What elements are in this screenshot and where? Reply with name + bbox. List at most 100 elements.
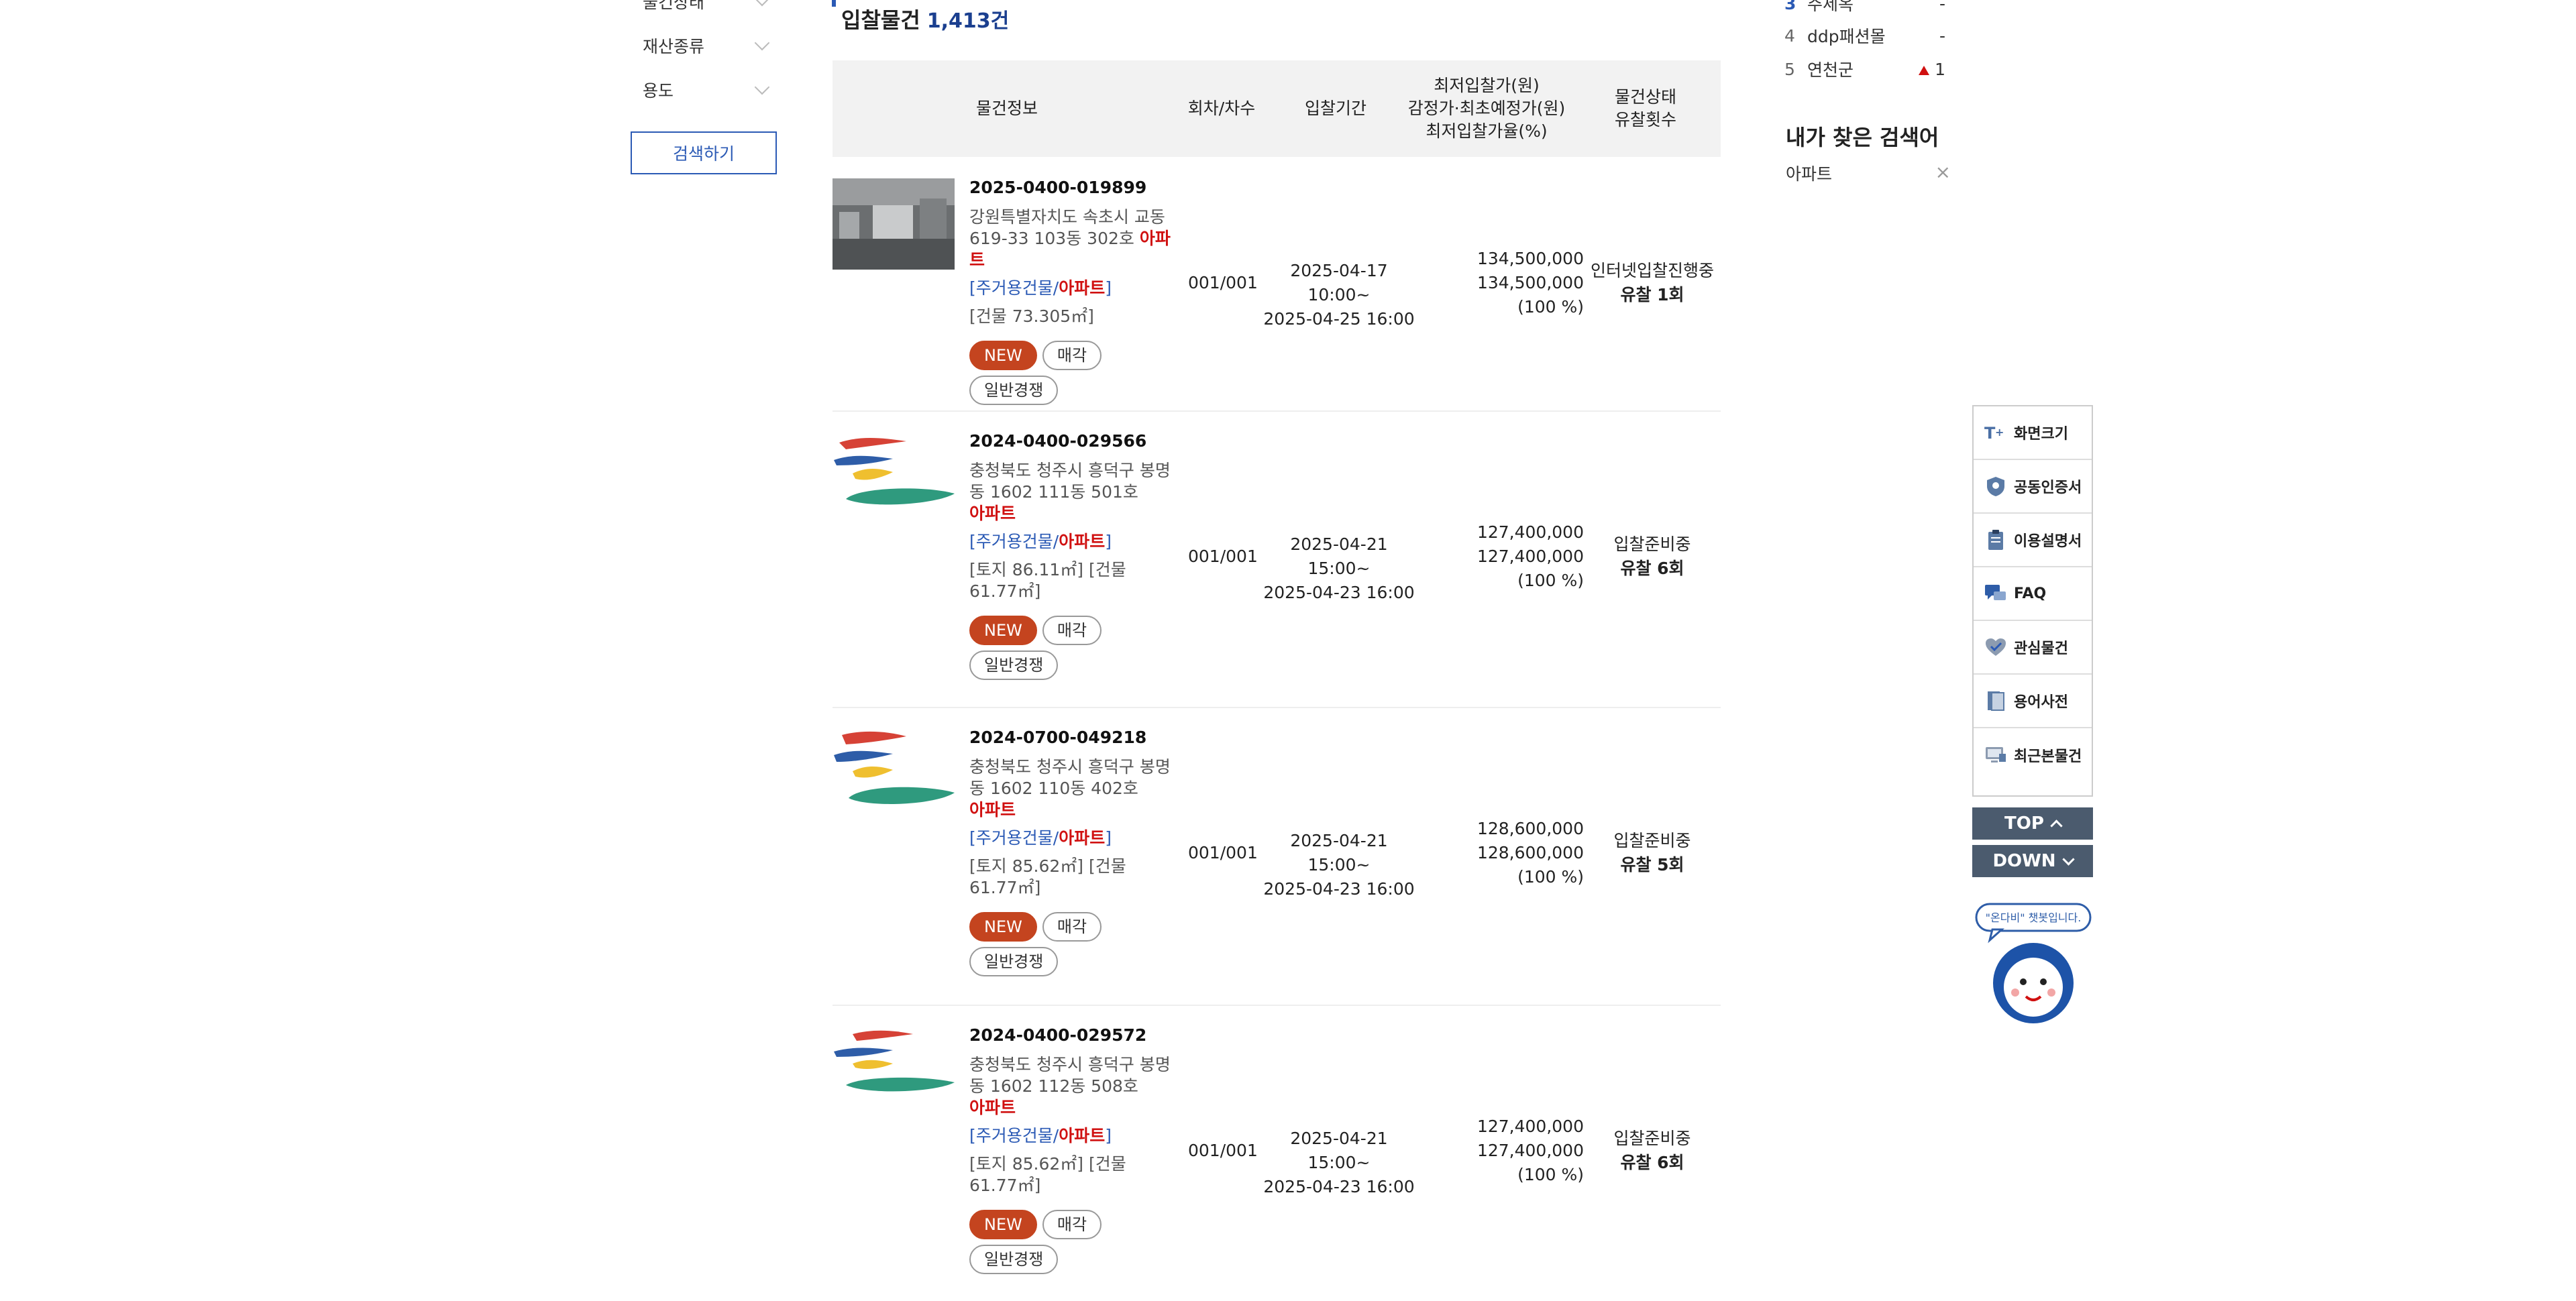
header-info: 물건정보 [975,99,1038,118]
sale-type-badge: 매각 [1042,1210,1102,1239]
fail-count: 유찰 1회 [1620,285,1684,304]
bid-type-badge: 일반경쟁 [969,947,1059,976]
case-number[interactable]: 2024-0400-029572 [969,1025,1171,1046]
property-category: [주거용건물/아파트] [969,828,1112,848]
round-value: 001/001 [1188,843,1258,862]
appraisal-price: 127,400,000 [1477,547,1584,566]
chatbot-button[interactable]: "온다비" 챗봇입니다. [1972,903,2094,1026]
default-logo-image[interactable] [833,1026,955,1117]
popular-rank: 5 [1784,59,1795,79]
property-info: 2025-0400-019899 강원특별자치도 속초시 교동 619-33 1… [969,177,1171,405]
popular-keyword[interactable]: ddp패션몰 [1807,23,1905,48]
quick-menu-favorites[interactable]: 관심물건 [1974,621,2092,675]
quick-menu-font-size[interactable]: T + 화면크기 [1974,406,2092,460]
header-period: 입찰기간 [1304,99,1366,118]
popular-keyword[interactable]: 주세옥 [1807,0,1905,15]
default-logo-image[interactable] [833,432,955,523]
property-address: 충청북도 청주시 흥덕구 봉명동 1602 111동 501호 아파트 [969,461,1171,523]
price-info: 128,600,000 128,600,000 (100 %) [1423,817,1584,889]
status-info: 입찰준비중 유찰 5회 [1584,829,1721,877]
bid-type-badge: 일반경쟁 [969,376,1059,405]
fail-count: 유찰 6회 [1620,559,1684,578]
popular-rank: 4 [1784,25,1795,46]
case-number[interactable]: 2024-0400-029566 [969,431,1171,452]
property-info: 2024-0400-029566 충청북도 청주시 흥덕구 봉명동 1602 1… [969,431,1171,680]
fail-count: 유찰 5회 [1620,855,1684,874]
new-badge: NEW [969,912,1037,942]
tag-list: NEW 매각 일반경쟁 [969,341,1130,405]
search-button[interactable]: 검색하기 [631,131,777,174]
filter-label: 물건상태 [643,0,705,12]
property-photo[interactable] [833,178,955,270]
min-price: 127,400,000 [1477,1117,1584,1136]
tag-list: NEW 매각 일반경쟁 [969,1210,1130,1274]
status-text: 입찰준비중 [1613,831,1691,850]
case-number[interactable]: 2024-0700-049218 [969,727,1171,748]
recent-search-item[interactable]: 아파트 × [1786,161,1951,185]
status-text: 입찰준비중 [1613,1129,1691,1148]
min-price: 128,600,000 [1477,819,1584,838]
chatbot-mascot-icon: "온다비" 챗봇입니다. [1975,903,2092,1023]
tag-list: NEW 매각 일반경쟁 [969,912,1130,976]
filter-item-usage[interactable]: 용도 [643,76,778,103]
bid-type-badge: 일반경쟁 [969,650,1059,680]
appraisal-price: 134,500,000 [1477,273,1584,292]
table-row[interactable]: 2024-0400-029572 충청북도 청주시 흥덕구 봉명동 1602 1… [833,1006,1721,1301]
appraisal-price: 128,600,000 [1477,843,1584,862]
header-status: 물건상태 유찰횟수 [1614,87,1676,129]
property-address: 충청북도 청주시 흥덕구 봉명동 1602 110동 402호 아파트 [969,757,1171,819]
chevron-down-icon [754,35,770,51]
price-rate: (100 %) [1517,1165,1584,1184]
rank-change: - [1939,25,1945,46]
property-area: [건물 73.305㎡] [969,306,1094,326]
status-info: 입찰준비중 유찰 6회 [1584,1127,1721,1175]
round-value: 001/001 [1188,273,1258,292]
table-row[interactable]: 2025-0400-019899 강원특별자치도 속초시 교동 619-33 1… [833,158,1721,412]
quick-menu-manual[interactable]: 이용설명서 [1974,514,2092,567]
property-category: [주거용건물/아파트] [969,1126,1112,1145]
popular-item[interactable]: 5 연천군 1 [1784,52,1945,86]
fail-count: 유찰 6회 [1620,1153,1684,1172]
property-category: [주거용건물/아파트] [969,278,1112,298]
filter-item-status[interactable]: 물건상태 [643,0,778,15]
status-text: 인터넷입찰진행중 [1590,261,1714,280]
page-title: 입찰물건 1,413건 [833,3,1009,35]
popular-item[interactable]: 3 주세옥 - [1784,0,1945,20]
table-row[interactable]: 2024-0400-029566 충청북도 청주시 흥덕구 봉명동 1602 1… [833,412,1721,708]
quick-menu-faq[interactable]: FAQ [1974,567,2092,621]
case-number[interactable]: 2025-0400-019899 [969,177,1171,199]
min-price: 134,500,000 [1477,249,1584,268]
property-info: 2024-0400-029572 충청북도 청주시 흥덕구 봉명동 1602 1… [969,1025,1171,1274]
property-area: [토지 86.11㎡] [건물 61.77㎡] [969,560,1126,601]
quick-menu-certificate[interactable]: 공동인증서 [1974,460,2092,514]
sale-type-badge: 매각 [1042,616,1102,645]
filter-item-property-type[interactable]: 재산종류 [643,32,778,59]
rank-change: 1 [1905,60,1945,79]
sale-type-badge: 매각 [1042,912,1102,942]
new-badge: NEW [969,1210,1037,1239]
quick-menu-recent-viewed[interactable]: 최근본물건 [1974,728,2092,782]
filter-label: 용도 [643,81,674,101]
close-icon[interactable]: × [1935,161,1951,185]
clipboard-icon [1984,528,2007,551]
chevron-down-icon [754,79,770,95]
popular-keyword[interactable]: 연천군 [1807,57,1905,81]
status-info: 인터넷입찰진행중 유찰 1회 [1584,259,1721,307]
min-price: 127,400,000 [1477,522,1584,542]
popular-item[interactable]: 4 ddp패션몰 - [1784,19,1945,52]
table-row[interactable]: 2024-0700-049218 충청북도 청주시 흥덕구 봉명동 1602 1… [833,708,1721,1006]
bid-period: 2025-04-21 15:00~ 2025-04-23 16:00 [1263,831,1415,899]
property-info: 2024-0700-049218 충청북도 청주시 흥덕구 봉명동 1602 1… [969,727,1171,976]
property-address: 강원특별자치도 속초시 교동 619-33 103동 302호 아파트 [969,207,1171,270]
rank-up-icon [1919,65,1930,75]
rank-change: - [1939,0,1945,13]
result-count: 1,413건 [926,9,1010,33]
chatbot-bubble-text: "온다비" 챗봇입니다. [1986,911,2082,924]
scroll-down-button[interactable]: DOWN [1972,845,2093,877]
quick-menu: T + 화면크기 공동인증서 이용설명서 FAQ 관심물건 용어사전 최근본물건 [1972,405,2093,797]
quick-menu-glossary[interactable]: 용어사전 [1974,675,2092,728]
recent-search-keyword[interactable]: 아파트 [1786,161,1832,185]
new-badge: NEW [969,616,1037,645]
default-logo-image[interactable] [833,728,955,819]
scroll-top-button[interactable]: TOP [1972,807,2093,840]
